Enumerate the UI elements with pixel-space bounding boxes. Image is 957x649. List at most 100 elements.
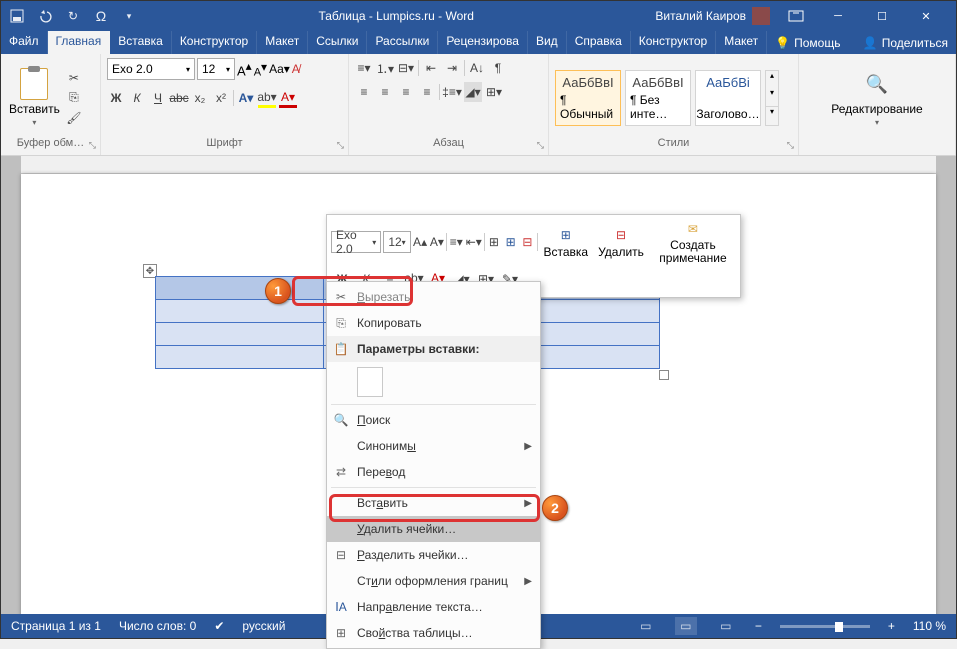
spellcheck-icon[interactable]: ✔	[214, 619, 224, 633]
tell-me[interactable]: 💡Помощь	[767, 31, 848, 54]
symbol-icon[interactable]: Ω	[93, 8, 109, 24]
styles-down-icon[interactable]: ▾	[766, 88, 778, 106]
maximize-button[interactable]: ☐	[860, 1, 904, 31]
paste-keep-source-icon[interactable]	[357, 367, 383, 397]
paste-button[interactable]: Вставить ▾	[7, 66, 62, 129]
user-account[interactable]: Виталий Каиров	[655, 7, 770, 25]
shading-icon[interactable]: ◢▾	[464, 82, 482, 102]
tab-mailings[interactable]: Рассылки	[367, 31, 438, 54]
ctx-search[interactable]: 🔍Поиск	[327, 407, 540, 433]
read-mode-icon[interactable]: ▭	[635, 617, 657, 635]
merge-icon[interactable]: ⊞	[486, 231, 501, 253]
style-heading1[interactable]: АаБбВіЗаголово…	[695, 70, 761, 126]
highlight-icon[interactable]: ab▾	[258, 88, 276, 108]
editing-button[interactable]: 🔍 Редактирование ▾	[829, 66, 924, 129]
line-spacing-icon[interactable]: ‡≡▾	[443, 82, 461, 102]
zoom-level[interactable]: 110 %	[913, 619, 946, 633]
close-button[interactable]: ✕	[904, 1, 948, 31]
indent-icon[interactable]: ⇤▾	[466, 231, 482, 253]
ctx-table-props[interactable]: ⊞Свойства таблицы…	[327, 620, 540, 646]
bold-button[interactable]: Ж	[107, 88, 125, 108]
table-cell[interactable]	[156, 323, 324, 346]
table-cell[interactable]	[156, 300, 324, 323]
redo-icon[interactable]: ↻	[65, 8, 81, 24]
showmarks-icon[interactable]: ¶	[489, 58, 507, 78]
ctx-copy[interactable]: ⎘Копировать	[327, 310, 540, 336]
zoom-out[interactable]: −	[755, 619, 762, 633]
numbering-icon[interactable]: ⒈▾	[376, 58, 394, 78]
align-center-icon[interactable]: ≡	[376, 82, 394, 102]
ctx-split-cells[interactable]: ⊟Разделить ячейки…	[327, 542, 540, 568]
superscript-button[interactable]: x²	[212, 88, 230, 108]
strike-button[interactable]: abc	[170, 88, 188, 108]
cut-icon[interactable]: ✂	[66, 70, 82, 86]
font-name-select[interactable]: Exo 2.0▾	[107, 58, 195, 80]
indent-right-icon[interactable]: ⇥	[443, 58, 461, 78]
word-count[interactable]: Число слов: 0	[119, 619, 196, 633]
tab-layout[interactable]: Макет	[257, 31, 308, 54]
share-button[interactable]: 👤Поделиться	[855, 31, 956, 54]
align-left-icon[interactable]: ≡	[355, 82, 373, 102]
tab-review[interactable]: Рецензирова	[438, 31, 528, 54]
ctx-translate[interactable]: ⇄Перевод	[327, 459, 540, 485]
shrink-font-icon[interactable]: A▾	[254, 60, 267, 79]
mini-delete[interactable]: ⊟Удалить	[594, 225, 648, 259]
bullets-icon[interactable]: ≡▾	[355, 58, 373, 78]
print-layout-icon[interactable]: ▭	[675, 617, 697, 635]
ctx-text-direction[interactable]: ⅠAНаправление текста…	[327, 594, 540, 620]
dialog-launcher-icon[interactable]: ⤡	[787, 140, 794, 151]
mini-insert[interactable]: ⊞Вставка	[539, 225, 592, 259]
tab-table-design[interactable]: Конструктор	[631, 31, 716, 54]
indent-left-icon[interactable]: ⇤	[422, 58, 440, 78]
italic-button[interactable]: К	[128, 88, 146, 108]
ctx-insert[interactable]: Вставить▶	[327, 490, 540, 516]
ruler[interactable]	[21, 156, 936, 174]
insert-col-icon[interactable]: ⊞	[503, 231, 518, 253]
grow-font-icon[interactable]: A▴	[237, 59, 252, 78]
styles-more-icon[interactable]: ▾	[766, 106, 778, 125]
borders-icon[interactable]: ⊞▾	[485, 82, 503, 102]
minimize-button[interactable]: ─	[816, 1, 860, 31]
mini-font-name[interactable]: Exo 2.0▾	[331, 231, 381, 253]
zoom-in[interactable]: +	[888, 619, 895, 633]
table-cell[interactable]	[156, 346, 324, 369]
mini-comment[interactable]: ✉Создать примечание	[650, 219, 736, 265]
page-status[interactable]: Страница 1 из 1	[11, 619, 101, 633]
undo-icon[interactable]	[37, 8, 53, 24]
underline-button[interactable]: Ч	[149, 88, 167, 108]
mini-font-size[interactable]: 12▾	[383, 231, 410, 253]
zoom-slider[interactable]	[780, 625, 870, 628]
language-status[interactable]: русский	[242, 619, 285, 633]
align-right-icon[interactable]: ≡	[397, 82, 415, 102]
multilevel-icon[interactable]: ⊟▾	[397, 58, 415, 78]
save-icon[interactable]	[9, 8, 25, 24]
copy-icon[interactable]: ⎘	[66, 90, 82, 106]
change-case-icon[interactable]: Aa▾	[269, 62, 290, 76]
align-icon[interactable]: ≡▾	[449, 231, 464, 253]
format-painter-icon[interactable]: 🖌	[66, 110, 82, 126]
ctx-delete-cells[interactable]: Удалить ячейки…	[327, 516, 540, 542]
ctx-border-styles[interactable]: Стили оформления границ▶	[327, 568, 540, 594]
style-no-spacing[interactable]: АаБбВвІ¶ Без инте…	[625, 70, 691, 126]
tab-insert[interactable]: Вставка	[110, 31, 172, 54]
delete-col-icon[interactable]: ⊟	[520, 231, 535, 253]
font-color-icon[interactable]: A▾	[279, 88, 297, 108]
style-normal[interactable]: АаБбВвІ¶ Обычный	[555, 70, 621, 126]
clear-format-icon[interactable]: A̸	[292, 62, 300, 76]
grow-font-icon[interactable]: A▴	[413, 231, 428, 253]
shrink-font-icon[interactable]: A▾	[429, 231, 444, 253]
dialog-launcher-icon[interactable]: ⤡	[89, 140, 96, 151]
tab-help[interactable]: Справка	[567, 31, 631, 54]
ctx-synonyms[interactable]: Синонимы▶	[327, 433, 540, 459]
justify-icon[interactable]: ≡	[418, 82, 436, 102]
tab-design[interactable]: Конструктор	[172, 31, 257, 54]
web-layout-icon[interactable]: ▭	[715, 617, 737, 635]
text-effects-icon[interactable]: A▾	[237, 88, 255, 108]
tab-view[interactable]: Вид	[528, 31, 567, 54]
font-size-select[interactable]: 12▾	[197, 58, 235, 80]
ctx-cut[interactable]: ✂Вырезать	[327, 284, 540, 310]
dialog-launcher-icon[interactable]: ⤡	[337, 140, 344, 151]
dialog-launcher-icon[interactable]: ⤡	[537, 140, 544, 151]
table-cell[interactable]	[156, 277, 324, 300]
qat-more-icon[interactable]: ▾	[121, 8, 137, 24]
